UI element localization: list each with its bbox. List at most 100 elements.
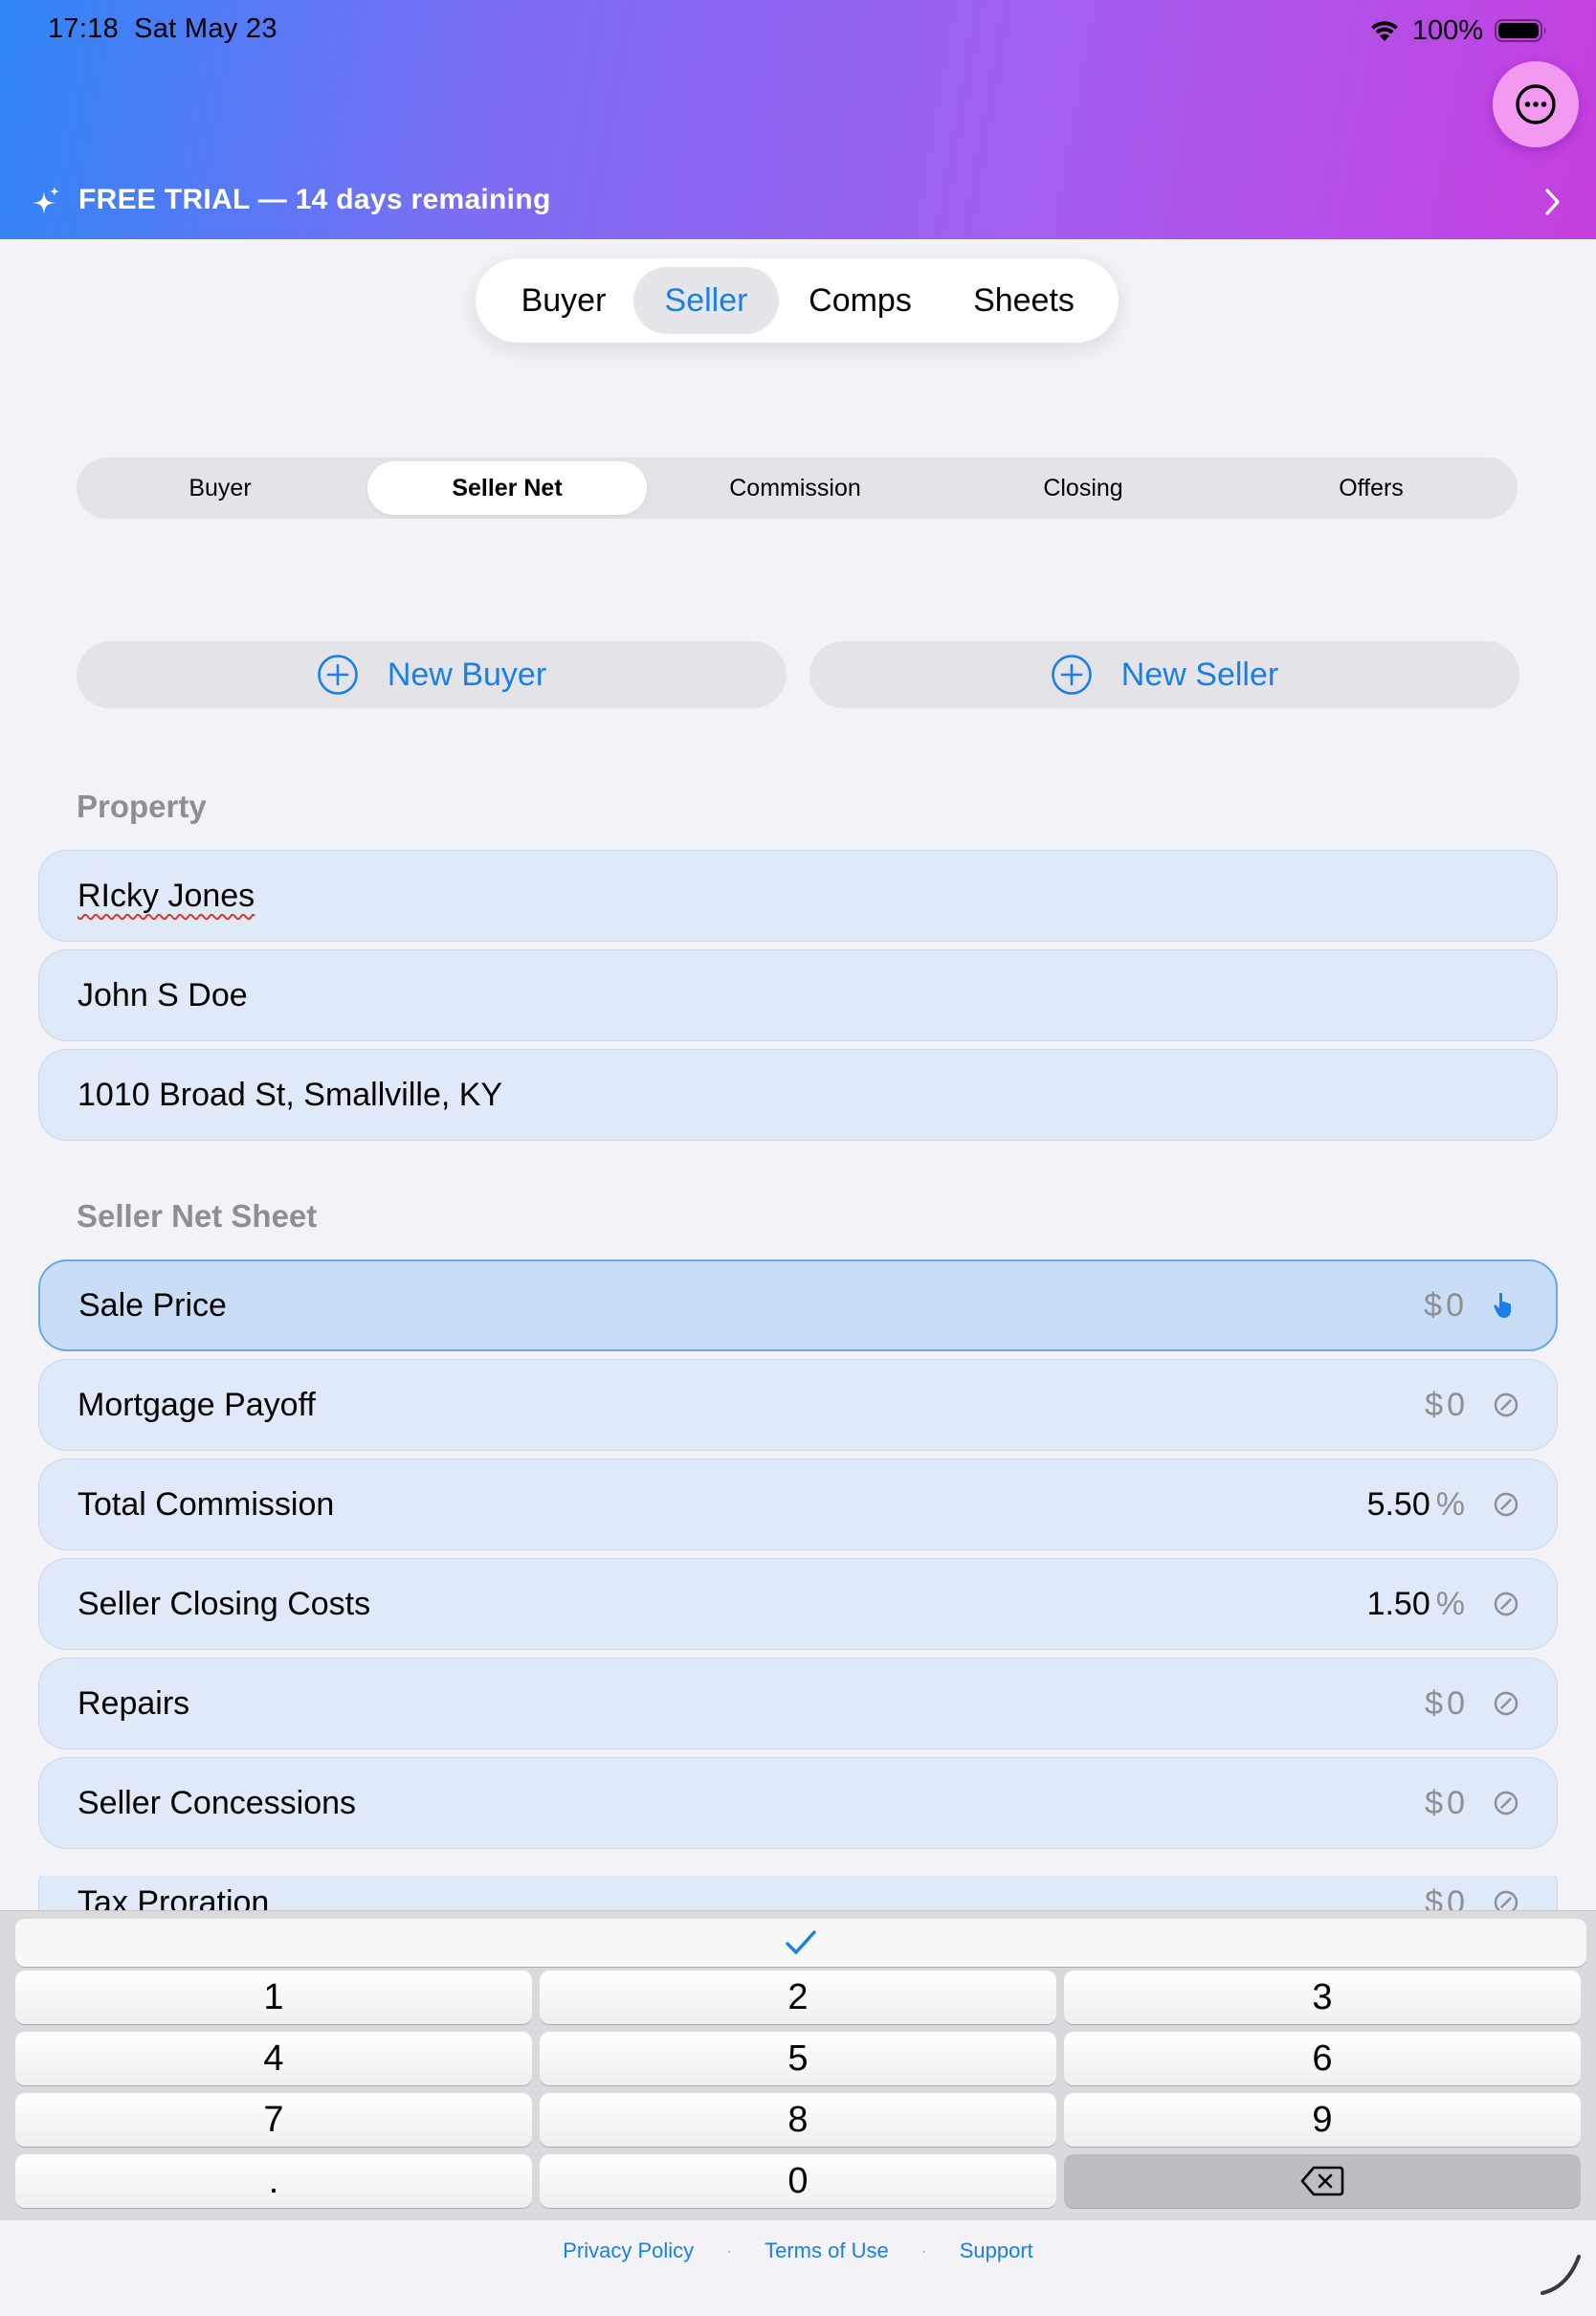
footer-separator: · [726, 2240, 733, 2260]
currency-unit: $ [1424, 1286, 1443, 1324]
amount: 0 [1447, 1684, 1465, 1722]
slash-circle-icon[interactable] [1492, 1490, 1520, 1519]
sheet-type-segmented-control: Buyer Seller Net Commission Closing Offe… [77, 457, 1518, 519]
status-time-text: 17:18 [48, 13, 120, 44]
percent-unit: % [1435, 1585, 1465, 1622]
tax-proration-row[interactable]: Tax Proration $0 [38, 1876, 1558, 1914]
tab-sheets[interactable]: Sheets [942, 267, 1105, 334]
row-label: Seller Concessions [78, 1784, 357, 1821]
partially-visible-row-clip: Tax Proration $0 [0, 1876, 1596, 1914]
battery-percent: 100% [1411, 14, 1483, 46]
total-commission-row[interactable]: Total Commission 5.50% [38, 1459, 1558, 1550]
seller-closing-costs-row[interactable]: Seller Closing Costs 1.50% [38, 1558, 1558, 1650]
address-field[interactable]: 1010 Broad St, Smallville, KY [38, 1049, 1558, 1141]
amount: 0 [1447, 1784, 1465, 1821]
new-seller-label: New Seller [1120, 656, 1279, 693]
resize-handle-icon[interactable] [1539, 2253, 1583, 2297]
chevron-right-icon [1545, 189, 1560, 215]
done-key[interactable] [15, 1919, 1586, 1967]
trial-banner[interactable]: FREE TRIAL — 14 days remaining [0, 178, 1596, 226]
slash-circle-icon[interactable] [1492, 1590, 1520, 1618]
status-date: Sat May 23 [134, 13, 277, 44]
key-decimal[interactable]: . [15, 2154, 532, 2208]
new-buyer-button[interactable]: New Buyer [77, 641, 787, 708]
currency-unit: $ [1425, 1386, 1444, 1423]
hand-point-icon[interactable] [1491, 1291, 1519, 1320]
address-value: 1010 Broad St, Smallville, KY [78, 1076, 503, 1113]
key-4[interactable]: 4 [15, 2032, 532, 2085]
row-value: $0 [1424, 1287, 1464, 1325]
client-name-field[interactable]: RIcky Jones [38, 850, 1558, 942]
key-7[interactable]: 7 [15, 2093, 532, 2147]
client-name-value: RIcky Jones [78, 877, 255, 914]
amount: 0 [1446, 1286, 1464, 1324]
segment-offers[interactable]: Offers [1231, 461, 1511, 515]
slash-circle-icon[interactable] [1492, 1391, 1520, 1419]
mortgage-payoff-row[interactable]: Mortgage Payoff $0 [38, 1359, 1558, 1451]
plus-circle-icon [318, 655, 358, 695]
agent-name-field[interactable]: John S Doe [38, 949, 1558, 1041]
footer-separator: · [920, 2240, 927, 2260]
trial-text: FREE TRIAL — 14 days remaining [78, 184, 551, 215]
key-5[interactable]: 5 [540, 2032, 1056, 2085]
repairs-row[interactable]: Repairs $0 [38, 1658, 1558, 1749]
row-value: $0 [1425, 1387, 1465, 1424]
new-seller-button[interactable]: New Seller [809, 641, 1519, 708]
key-0[interactable]: 0 [540, 2154, 1056, 2208]
segment-closing[interactable]: Closing [943, 461, 1223, 515]
privacy-policy-link[interactable]: Privacy Policy [563, 2238, 694, 2263]
seller-net-sheet-section-title: Seller Net Sheet [77, 1198, 318, 1234]
segment-commission[interactable]: Commission [655, 461, 935, 515]
amount: 5.50 [1366, 1485, 1430, 1523]
seller-concessions-row[interactable]: Seller Concessions $0 [38, 1757, 1558, 1849]
sale-price-row[interactable]: Sale Price $0 [38, 1259, 1558, 1351]
support-link[interactable]: Support [960, 2238, 1033, 2263]
agent-name-value: John S Doe [78, 976, 248, 1013]
sparkle-icon [33, 187, 59, 214]
top-tab-bar: Buyer Seller Comps Sheets [476, 258, 1119, 343]
currency-unit: $ [1425, 1684, 1444, 1722]
key-3[interactable]: 3 [1064, 1971, 1581, 2024]
row-value: 1.50% [1367, 1586, 1465, 1623]
footer-links: Privacy Policy · Terms of Use · Support [0, 2232, 1596, 2270]
tab-seller[interactable]: Seller [633, 267, 779, 334]
tab-comps[interactable]: Comps [787, 267, 933, 334]
delete-key[interactable] [1064, 2154, 1581, 2208]
checkmark-icon [786, 1930, 816, 1954]
trial-header: 17:18 Sat May 23 100% FREE TRIAL — 14 day… [0, 0, 1596, 239]
segment-buyer[interactable]: Buyer [80, 461, 360, 515]
row-value: 5.50% [1367, 1486, 1465, 1524]
key-8[interactable]: 8 [540, 2093, 1056, 2147]
row-label: Sale Price [78, 1286, 227, 1324]
status-time: 17:18 Sat May 23 [48, 13, 277, 45]
property-section-title: Property [77, 789, 207, 824]
wifi-icon [1370, 21, 1398, 41]
ellipsis-circle-icon [1516, 84, 1556, 124]
status-indicators: 100% [1368, 13, 1548, 48]
amount: 0 [1447, 1386, 1465, 1423]
new-buyer-label: New Buyer [387, 656, 547, 693]
segment-seller-net[interactable]: Seller Net [367, 461, 647, 515]
plus-circle-icon [1051, 655, 1092, 695]
battery-icon [1495, 19, 1546, 42]
row-label: Repairs [78, 1684, 190, 1722]
terms-of-use-link[interactable]: Terms of Use [765, 2238, 889, 2263]
row-label: Total Commission [78, 1485, 335, 1523]
currency-unit: $ [1425, 1784, 1444, 1821]
more-options-button[interactable] [1493, 61, 1579, 147]
percent-unit: % [1435, 1485, 1465, 1523]
slash-circle-icon[interactable] [1492, 1789, 1520, 1817]
key-1[interactable]: 1 [15, 1971, 532, 2024]
numeric-keypad: 1 2 3 4 5 6 7 8 9 . 0 [0, 1910, 1596, 2220]
row-value: $0 [1425, 1785, 1465, 1822]
key-9[interactable]: 9 [1064, 2093, 1581, 2147]
slash-circle-icon[interactable] [1492, 1689, 1520, 1718]
key-6[interactable]: 6 [1064, 2032, 1581, 2085]
key-2[interactable]: 2 [540, 1971, 1056, 2024]
row-label: Mortgage Payoff [78, 1386, 316, 1423]
amount: 1.50 [1366, 1585, 1430, 1622]
delete-backward-icon [1300, 2166, 1344, 2196]
row-value: $0 [1425, 1685, 1465, 1723]
row-label: Seller Closing Costs [78, 1585, 371, 1622]
tab-buyer[interactable]: Buyer [493, 267, 634, 334]
